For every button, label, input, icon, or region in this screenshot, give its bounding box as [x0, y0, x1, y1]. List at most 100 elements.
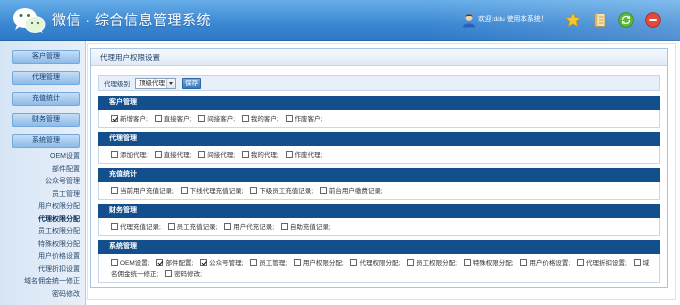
sidebar-menu-system[interactable]: 系统管理	[12, 134, 80, 148]
permission-item[interactable]: 特殊权限分配;	[463, 259, 514, 267]
permission-checkbox[interactable]	[111, 259, 118, 266]
permission-item[interactable]: 代理权限分配;	[350, 259, 400, 267]
permission-section: 财务管理 代理充值记录; 员工充值记录; 用户代充记录; 自助充值记录;	[98, 204, 660, 236]
agent-level-select[interactable]: 顶级代理	[135, 77, 176, 89]
permission-item[interactable]: 公众号管理;	[200, 259, 244, 267]
sidebar-item-agent-permissions[interactable]: 代理权限分配	[0, 214, 86, 227]
permission-checkbox[interactable]	[198, 151, 206, 158]
permission-label: 下级员工充值记录;	[259, 188, 314, 195]
sidebar-menu-agents[interactable]: 代理管理	[12, 71, 80, 85]
sidebar-item-official-accounts[interactable]: 公众号管理	[0, 176, 86, 189]
sidebar-item-oem-settings[interactable]: OEM设置	[0, 151, 86, 164]
permission-item[interactable]: 新增客户;	[111, 115, 148, 123]
permission-item[interactable]: OEM设置;	[111, 259, 150, 267]
sidebar-item-component-config[interactable]: 部件配置	[0, 164, 86, 177]
permission-item[interactable]: 下级员工充值记录;	[250, 187, 314, 195]
permission-checkbox[interactable]	[200, 259, 208, 266]
check-mark-icon	[157, 259, 163, 265]
permission-checkbox[interactable]	[576, 259, 584, 266]
permission-checkbox[interactable]	[350, 259, 358, 266]
permission-checkbox[interactable]	[180, 187, 188, 194]
permission-checkbox[interactable]	[463, 259, 471, 266]
welcome-text: 欢迎:ddu 使用本系统！	[478, 16, 548, 23]
chevron-down-icon	[166, 78, 175, 88]
save-button[interactable]: 保存	[182, 77, 201, 89]
permission-checkbox[interactable]	[165, 270, 173, 277]
permission-checkbox[interactable]	[293, 259, 301, 266]
sidebar-item-change-password[interactable]: 密码修改	[0, 289, 86, 302]
permission-item[interactable]: 作废代理;	[285, 151, 322, 159]
permission-checkbox[interactable]	[111, 187, 118, 194]
app-title: 微信 · 综合信息管理系统	[52, 12, 211, 28]
permission-checkbox[interactable]	[111, 223, 118, 230]
permission-item[interactable]: 我的客户;	[241, 115, 279, 123]
permission-checkbox[interactable]	[280, 223, 288, 230]
permission-item[interactable]: 代理充值记录;	[111, 223, 161, 231]
permission-item[interactable]: 员工权限分配;	[407, 259, 457, 267]
permission-item[interactable]: 间接代理;	[198, 151, 235, 159]
permission-label: 我的代理;	[250, 152, 279, 159]
permission-item[interactable]: 代理折扣设置;	[576, 259, 627, 267]
stop-icon[interactable]	[645, 12, 661, 28]
permission-label: 我的客户;	[250, 116, 279, 123]
permission-checkbox[interactable]	[319, 187, 327, 194]
permission-label: 前台用户缴费记录;	[328, 188, 383, 195]
permission-item[interactable]: 员工管理;	[250, 259, 287, 267]
permission-item[interactable]: 前台用户缴费记录;	[319, 187, 383, 195]
sidebar-item-user-pricing[interactable]: 用户价格设置	[0, 251, 86, 264]
permission-checkbox[interactable]	[241, 151, 249, 158]
permission-item[interactable]: 用户代充记录;	[224, 223, 274, 231]
permission-item[interactable]: 直接客户;	[154, 115, 191, 123]
permission-item[interactable]: 作废客户;	[285, 115, 322, 123]
permission-label: 添加代理;	[120, 152, 148, 159]
page-title: 代理用户权限设置	[91, 49, 667, 66]
refresh-icon[interactable]	[618, 12, 634, 28]
permission-item[interactable]: 用户权限分配;	[293, 259, 344, 267]
permission-checkbox[interactable]	[241, 115, 249, 122]
permission-item[interactable]: 自助充值记录;	[280, 223, 331, 231]
permission-item[interactable]: 下线代理充值记录;	[180, 187, 243, 195]
sidebar-menu-finance[interactable]: 财务管理	[12, 113, 80, 127]
permission-checkbox[interactable]	[111, 115, 118, 122]
permission-checkbox[interactable]	[111, 151, 118, 158]
sidebar-item-user-permissions[interactable]: 用户权限分配	[0, 201, 86, 214]
permission-item[interactable]: 部件配置;	[156, 259, 194, 267]
permission-checkbox[interactable]	[407, 259, 415, 266]
permission-label: 部件配置;	[165, 260, 194, 267]
permission-checkbox[interactable]	[285, 115, 293, 122]
permission-checkbox[interactable]	[633, 259, 641, 266]
permission-checkbox[interactable]	[224, 223, 232, 230]
permission-item[interactable]: 当前用户充值记录;	[111, 187, 174, 195]
sidebar-menu-recharge-stats[interactable]: 充值统计	[12, 92, 80, 106]
permission-checkbox[interactable]	[167, 223, 175, 230]
permission-item[interactable]: 我的代理;	[241, 151, 279, 159]
permission-checkbox[interactable]	[154, 151, 162, 158]
sidebar-item-staff[interactable]: 员工管理	[0, 189, 86, 202]
permission-checkbox[interactable]	[198, 115, 206, 122]
permission-item[interactable]: 添加代理;	[111, 151, 148, 159]
sidebar-item-special-permissions[interactable]: 特殊权限分配	[0, 239, 86, 252]
permission-checkbox[interactable]	[250, 187, 258, 194]
sidebar-item-staff-permissions[interactable]: 员工权限分配	[0, 226, 86, 239]
permission-label: 特殊权限分配;	[472, 260, 514, 267]
permission-label: 员工权限分配;	[416, 260, 457, 267]
permission-checkbox[interactable]	[520, 259, 528, 266]
permission-item[interactable]: 直接代理;	[154, 151, 191, 159]
permission-label: 员工管理;	[259, 260, 287, 267]
sidebar-item-agent-discount[interactable]: 代理折扣设置	[0, 264, 86, 277]
permission-checkbox[interactable]	[156, 259, 164, 266]
permission-item[interactable]: 员工充值记录;	[167, 223, 217, 231]
sidebar-item-domain-commission[interactable]: 域名佣金统一修正	[0, 276, 86, 289]
permission-item[interactable]: 间接客户;	[198, 115, 235, 123]
notebook-icon[interactable]	[592, 12, 608, 28]
permission-label: 自助充值记录;	[289, 224, 331, 231]
permission-checkbox[interactable]	[285, 151, 293, 158]
sidebar-menu-customers[interactable]: 客户管理	[12, 50, 80, 64]
permission-checkbox[interactable]	[250, 259, 258, 266]
permission-item[interactable]: 用户价格设置;	[520, 259, 570, 267]
permission-label: 公众号管理;	[209, 260, 244, 267]
sidebar-submenu: OEM设置 部件配置 公众号管理 员工管理 用户权限分配 代理权限分配 员工权限…	[0, 151, 86, 301]
permission-checkbox[interactable]	[154, 115, 162, 122]
permission-item[interactable]: 密码修改;	[165, 270, 202, 278]
star-icon[interactable]	[565, 12, 581, 28]
